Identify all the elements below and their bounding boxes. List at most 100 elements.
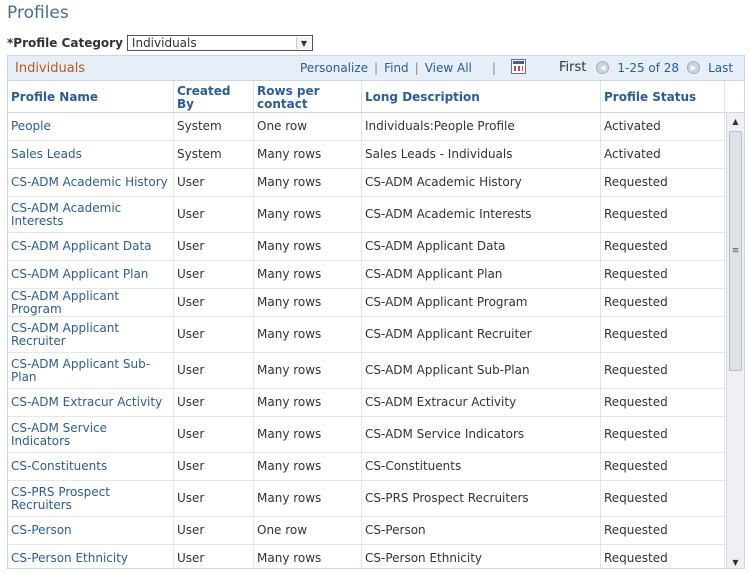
cell-rows-per-contact: Many rows [254, 289, 362, 316]
cell-created-by: System [174, 141, 254, 168]
cell-rows-per-contact: Many rows [254, 169, 362, 196]
scroll-down-icon[interactable]: ▼ [727, 554, 744, 568]
cell-rows-per-contact: Many rows [254, 197, 362, 232]
grid-nav: Personalize | Find | View All | [300, 61, 502, 75]
nav-separator: | [374, 61, 379, 75]
table-row: CS-Constituents User Many rows CS-Constitue… [8, 453, 744, 481]
cell-profile-status: Requested [601, 353, 725, 388]
cell-rows-per-contact: Many rows [254, 389, 362, 416]
cell-long-description: CS-ADM Applicant Data [362, 233, 601, 260]
cell-profile-status: Requested [601, 233, 725, 260]
profile-category-label: *Profile Category [7, 36, 123, 50]
cell-profile-status: Activated [601, 141, 725, 168]
cell-profile-name[interactable]: CS-PRS Prospect Recruiters [8, 481, 174, 516]
cell-created-by: User [174, 317, 254, 352]
table-row: CS-ADM Academic History User Many rows CS-A… [8, 169, 744, 197]
scroll-thumb[interactable]: ≡ [729, 131, 742, 371]
cell-rows-per-contact: One row [254, 113, 362, 140]
cell-created-by: User [174, 517, 254, 544]
cell-profile-name[interactable]: People [8, 113, 174, 140]
cell-rows-per-contact: Many rows [254, 141, 362, 168]
cell-created-by: User [174, 417, 254, 452]
profile-category-value: Individuals [131, 36, 197, 50]
pager-range: 1-25 of 28 [617, 60, 680, 75]
col-created-by[interactable]: Created By [174, 81, 254, 112]
cell-long-description: CS-ADM Academic Interests [362, 197, 601, 232]
table-row: CS-ADM Extracur Activity User Many rows CS-… [8, 389, 744, 417]
cell-rows-per-contact: Many rows [254, 417, 362, 452]
cell-profile-name[interactable]: CS-ADM Extracur Activity [8, 389, 174, 416]
arrow-right-icon[interactable]: ▶ [687, 61, 701, 74]
vertical-scrollbar[interactable]: ▲ ≡ ▼ [726, 113, 744, 568]
table-row: CS-PRS Prospect Recruiters User Many rows C… [8, 481, 744, 517]
cell-profile-name[interactable]: CS-ADM Applicant Recruiter [8, 317, 174, 352]
cell-profile-status: Requested [601, 169, 725, 196]
arrow-left-icon[interactable]: ◀ [596, 61, 610, 74]
table-row: CS-Person User One row CS-Person Requested [8, 517, 744, 545]
table-row: CS-ADM Applicant Program User Many rows CS-… [8, 289, 744, 317]
profile-category-select[interactable]: Individuals ▼ [126, 35, 313, 51]
cell-profile-status: Requested [601, 389, 725, 416]
cell-long-description: CS-Constituents [362, 453, 601, 480]
chevron-down-icon[interactable]: ▼ [295, 37, 311, 49]
nav-separator: | [491, 61, 496, 75]
cell-profile-name[interactable]: CS-ADM Academic History [8, 169, 174, 196]
cell-long-description: Sales Leads - Individuals [362, 141, 601, 168]
cell-profile-name[interactable]: CS-ADM Applicant Program [8, 289, 174, 316]
cell-profile-name[interactable]: CS-ADM Service Indicators [8, 417, 174, 452]
cell-profile-name[interactable]: Sales Leads [8, 141, 174, 168]
cell-profile-name[interactable]: CS-Constituents [8, 453, 174, 480]
pager: First ◀ 1-25 of 28 ▶ Last [559, 60, 733, 75]
profiles-grid: Individuals Personalize | Find | View Al… [7, 55, 745, 569]
spreadsheet-icon[interactable] [511, 59, 526, 74]
cell-profile-name[interactable]: CS-ADM Applicant Sub-Plan [8, 353, 174, 388]
table-row: Sales Leads System Many rows Sales Leads - … [8, 141, 744, 169]
cell-profile-status: Requested [601, 545, 725, 568]
col-rows-per-contact[interactable]: Rows per contact [254, 81, 362, 112]
cell-profile-status: Requested [601, 317, 725, 352]
cell-created-by: User [174, 289, 254, 316]
cell-created-by: User [174, 389, 254, 416]
cell-created-by: User [174, 197, 254, 232]
profile-category-row: *Profile Category Individuals ▼ [7, 34, 313, 52]
table-row: CS-ADM Applicant Sub-Plan User Many rows CS… [8, 353, 744, 389]
cell-created-by: User [174, 481, 254, 516]
table-row: CS-ADM Applicant Recruiter User Many rows C… [8, 317, 744, 353]
col-long-description[interactable]: Long Description [362, 81, 601, 112]
cell-profile-name[interactable]: CS-ADM Academic Interests [8, 197, 174, 232]
col-profile-status[interactable]: Profile Status [601, 81, 725, 112]
scroll-up-icon[interactable]: ▲ [727, 113, 744, 129]
cell-long-description: CS-Person [362, 517, 601, 544]
cell-created-by: User [174, 353, 254, 388]
cell-long-description: CS-ADM Applicant Program [362, 289, 601, 316]
cell-long-description: CS-ADM Applicant Plan [362, 261, 601, 288]
pager-last-link[interactable]: Last [708, 61, 733, 75]
cell-long-description: CS-ADM Applicant Recruiter [362, 317, 601, 352]
cell-rows-per-contact: Many rows [254, 481, 362, 516]
cell-profile-name[interactable]: CS-Person [8, 517, 174, 544]
cell-profile-status: Activated [601, 113, 725, 140]
table-row: CS-ADM Service Indicators User Many rows CS… [8, 417, 744, 453]
cell-rows-per-contact: Many rows [254, 353, 362, 388]
personalize-link[interactable]: Personalize [300, 61, 368, 75]
pager-first: First [559, 60, 587, 75]
table-row: CS-ADM Applicant Data User Many rows CS-ADM… [8, 233, 744, 261]
cell-long-description: CS-ADM Service Indicators [362, 417, 601, 452]
cell-profile-name[interactable]: CS-Person Ethnicity [8, 545, 174, 568]
cell-long-description: CS-PRS Prospect Recruiters [362, 481, 601, 516]
find-link[interactable]: Find [384, 61, 409, 75]
cell-profile-status: Requested [601, 453, 725, 480]
col-profile-name[interactable]: Profile Name [8, 81, 174, 112]
grid-title: Individuals [15, 61, 86, 76]
cell-profile-name[interactable]: CS-ADM Applicant Plan [8, 261, 174, 288]
cell-profile-name[interactable]: CS-ADM Applicant Data [8, 233, 174, 260]
cell-rows-per-contact: Many rows [254, 453, 362, 480]
page-title: Profiles [7, 3, 69, 23]
cell-rows-per-contact: Many rows [254, 545, 362, 568]
cell-created-by: User [174, 545, 254, 568]
table-row: People System One row Individuals:People Pr… [8, 113, 744, 141]
view-all-link[interactable]: View All [425, 61, 472, 75]
cell-profile-status: Requested [601, 197, 725, 232]
table-row: CS-ADM Applicant Plan User Many rows CS-ADM… [8, 261, 744, 289]
cell-created-by: User [174, 169, 254, 196]
